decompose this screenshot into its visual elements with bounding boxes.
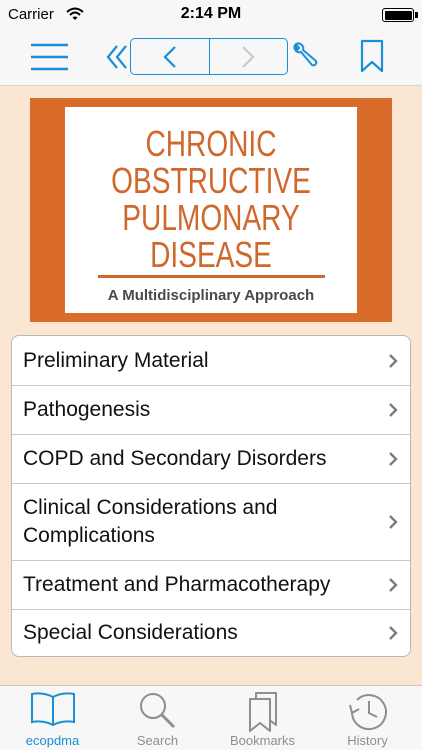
toc-item-copd-secondary-disorders[interactable]: COPD and Secondary Disorders — [12, 434, 410, 483]
chevron-right-icon — [389, 626, 398, 640]
chevron-right-icon — [389, 452, 398, 466]
toc-item-special-considerations[interactable]: Special Considerations — [12, 609, 410, 656]
search-icon — [139, 693, 175, 729]
book-icon — [30, 692, 75, 727]
tab-label: ecopdma — [25, 733, 80, 748]
book-cover: CHRONIC OBSTRUCTIVE PULMONARY DISEASE A … — [30, 98, 392, 322]
menu-icon[interactable] — [31, 43, 68, 71]
status-bar: Carrier 2:14 PM — [0, 0, 422, 30]
tab-bar: ecopdma Search Bookmarks History — [0, 685, 422, 750]
tab-label: Bookmarks — [229, 733, 296, 748]
toc-item-label: Treatment and Pharmacotherapy — [23, 573, 331, 596]
tab-label: History — [347, 733, 388, 748]
book-subtitle: A Multidisciplinary Approach — [107, 287, 315, 304]
battery-tip — [415, 12, 418, 18]
tab-label: Search — [136, 733, 179, 748]
bookmark-icon[interactable] — [360, 39, 384, 73]
toc-item-pathogenesis[interactable]: Pathogenesis — [12, 385, 410, 434]
history-icon — [348, 694, 387, 730]
toc-item-clinical-considerations[interactable]: Clinical Considerations and Complication… — [12, 483, 410, 560]
tab-search[interactable]: Search — [105, 686, 210, 750]
bookmarks-icon — [248, 692, 277, 732]
tab-bookmarks[interactable]: Bookmarks — [210, 686, 315, 750]
chevron-right-icon — [389, 515, 398, 529]
toc-item-label: Special Considerations — [23, 621, 238, 644]
back-button[interactable] — [131, 39, 209, 74]
clock: 2:14 PM — [180, 5, 242, 22]
tab-ecopdma[interactable]: ecopdma — [0, 686, 105, 750]
book-title: CHRONIC OBSTRUCTIVE PULMONARY DISEASE — [111, 123, 311, 275]
toc-item-label: COPD and Secondary Disorders — [23, 447, 327, 470]
wrench-icon[interactable] — [291, 41, 319, 71]
forward-button[interactable] — [208, 39, 288, 74]
toc-item-label: Preliminary Material — [23, 348, 209, 372]
title-divider — [98, 275, 325, 278]
book-cover-panel: CHRONIC OBSTRUCTIVE PULMONARY DISEASE A … — [65, 107, 357, 313]
back-icon — [163, 45, 176, 68]
battery-icon — [382, 8, 414, 22]
double-chevron-left-icon[interactable] — [106, 44, 128, 70]
page-navigation-control — [130, 38, 288, 75]
chevron-right-icon — [389, 403, 398, 417]
chevron-right-icon — [389, 578, 398, 592]
toc-item-label: Pathogenesis — [23, 398, 151, 421]
chevron-right-icon — [389, 353, 398, 368]
toc-item-preliminary-material[interactable]: Preliminary Material — [12, 336, 410, 385]
toc-item-label: Clinical Considerations and Complication… — [23, 496, 278, 547]
navigation-bar — [0, 30, 422, 86]
toc-item-treatment-pharmacotherapy[interactable]: Treatment and Pharmacotherapy — [12, 560, 410, 609]
tab-history[interactable]: History — [315, 686, 420, 750]
forward-icon — [242, 45, 255, 68]
table-of-contents: Preliminary Material Pathogenesis COPD a… — [11, 335, 411, 657]
